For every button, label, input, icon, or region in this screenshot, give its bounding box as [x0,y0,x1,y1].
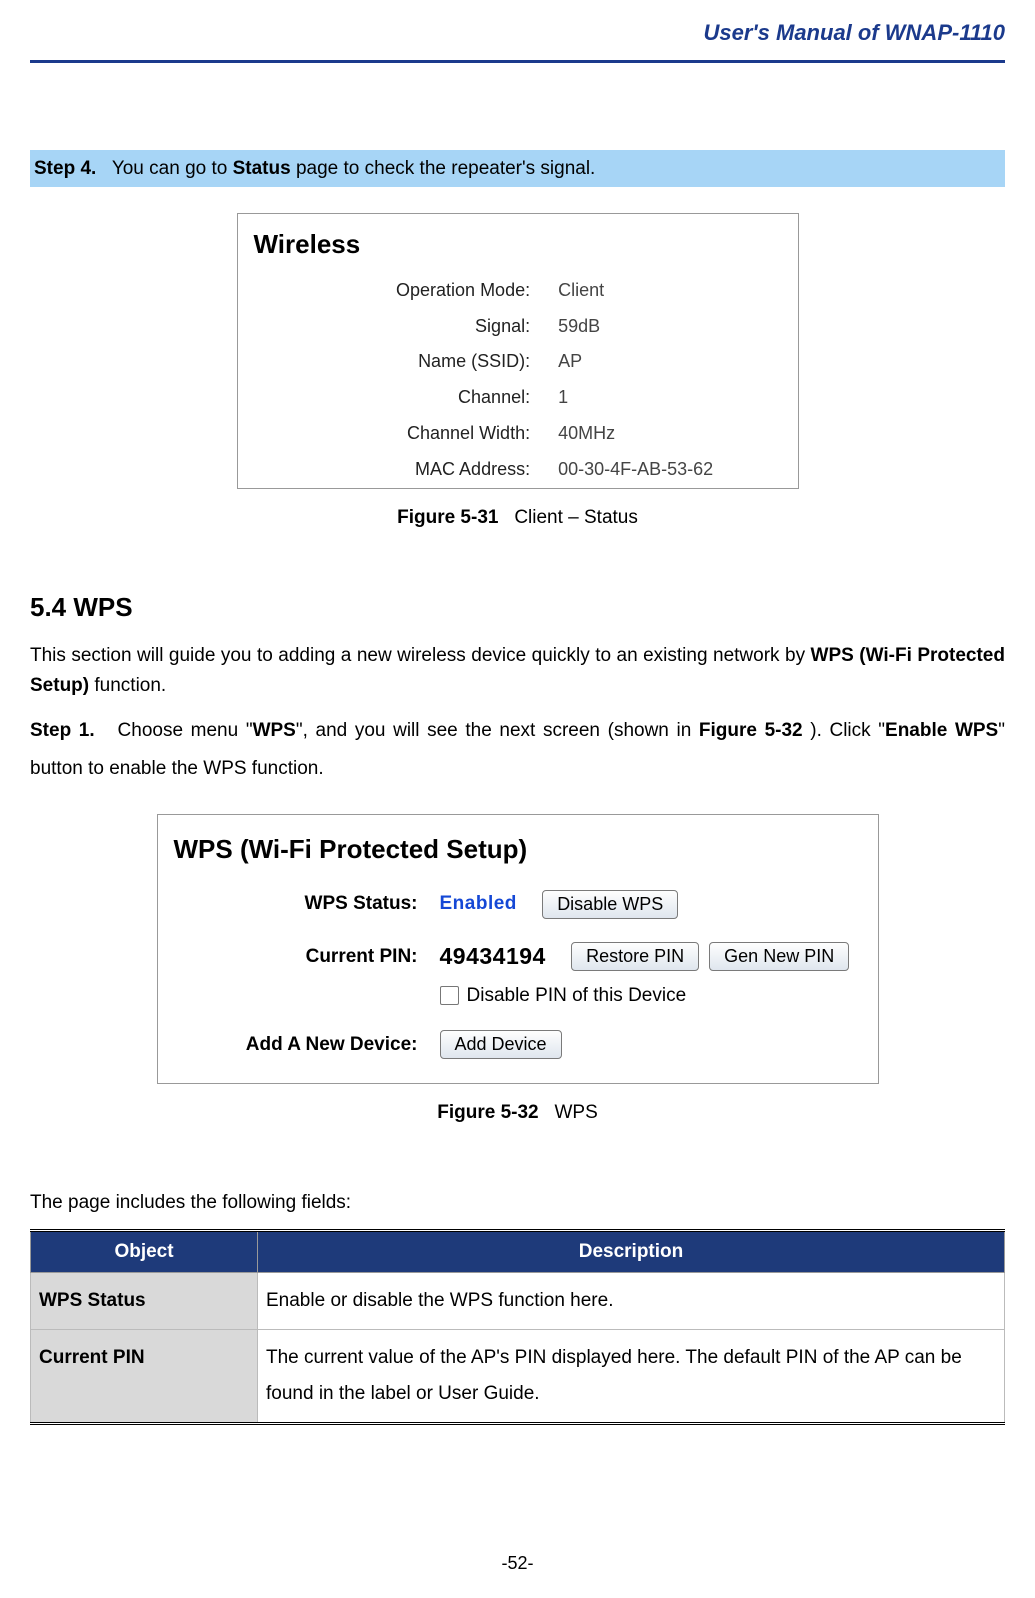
wireless-label: Operation Mode: [238,281,559,301]
wireless-label: Channel: [238,388,559,408]
step4-label: Step 4. [34,158,96,179]
wps-pin-value: 49434194 [440,939,546,975]
wireless-row: Channel: 1 [238,380,798,416]
wireless-label: Channel Width: [238,424,559,444]
wireless-value: 1 [558,388,797,408]
wireless-row: Operation Mode: Client [238,273,798,309]
th-object: Object [31,1231,258,1272]
fields-table: Object Description WPS Status Enable or … [30,1229,1005,1425]
wireless-row: Channel Width: 40MHz [238,416,798,452]
wps-pin-label: Current PIN: [158,942,440,971]
step1-t3: ). Click " [803,720,885,741]
fig32-text: WPS [554,1102,597,1123]
step1-b1: WPS [253,720,296,741]
intro-t2: function. [89,675,166,696]
wireless-label: Signal: [238,317,559,337]
step4-banner: Step 4. You can go to Status page to che… [30,150,1005,187]
step1-t1: Choose menu " [118,720,253,741]
wireless-label: MAC Address: [238,460,559,480]
wireless-value: 40MHz [558,424,797,444]
wps-status-row: WPS Status: Enabled Disable WPS [158,879,878,928]
page-number: -52- [501,1553,533,1573]
intro-t1: This section will guide you to adding a … [30,645,811,666]
step1-label: Step 1. [30,720,95,741]
add-device-label: Add A New Device: [158,1030,440,1059]
td-object: WPS Status [31,1272,258,1329]
th-description: Description [258,1231,1005,1272]
table-row: Current PIN The current value of the AP'… [31,1329,1005,1423]
page-header: User's Manual of WNAP-1110 [30,16,1005,63]
add-device-button[interactable]: Add Device [440,1030,562,1059]
fig31-label: Figure 5-31 [397,507,498,528]
table-row: WPS Status Enable or disable the WPS fun… [31,1272,1005,1329]
wireless-row: MAC Address: 00-30-4F-AB-53-62 [238,452,798,488]
step1-t2: ", and you will see the next screen (sho… [296,720,699,741]
fig32-label: Figure 5-32 [437,1102,538,1123]
step4-t1: You can go to [112,158,233,179]
td-object: Current PIN [31,1329,258,1423]
fig31-text: Client – Status [514,507,638,528]
wireless-value: AP [558,352,797,372]
wps-status-value: Enabled [440,889,517,918]
restore-pin-button[interactable]: Restore PIN [571,942,699,971]
wps-status-label: WPS Status: [158,889,440,918]
table-header-row: Object Description [31,1231,1005,1272]
wireless-title: Wireless [238,214,798,272]
section-5-4-heading: 5.4 WPS [30,587,1005,627]
wps-pin-row: Current PIN: 49434194 Restore PIN Gen Ne… [158,929,878,985]
td-description: Enable or disable the WPS function here. [258,1272,1005,1329]
wps-figure: WPS (Wi-Fi Protected Setup) WPS Status: … [157,814,879,1084]
figure-5-32-caption: Figure 5-32 WPS [30,1098,1005,1127]
wireless-value: 59dB [558,317,797,337]
td-description: The current value of the AP's PIN displa… [258,1329,1005,1423]
step1-b3: Enable WPS [885,720,998,741]
figure-5-31-caption: Figure 5-31 Client – Status [30,503,1005,532]
step1-para: Step 1. Choose menu "WPS", and you will … [30,712,1005,788]
disable-pin-label: Disable PIN of this Device [467,981,687,1010]
wireless-row: Name (SSID): AP [238,344,798,380]
add-device-row: Add A New Device: Add Device [158,1020,878,1069]
wps-intro: This section will guide you to adding a … [30,641,1005,700]
fields-intro: The page includes the following fields: [30,1188,1005,1217]
wireless-status-figure: Wireless Operation Mode: Client Signal: … [237,213,799,488]
wireless-value: 00-30-4F-AB-53-62 [558,460,797,480]
page-footer: -52- [0,1550,1035,1578]
wps-box-title: WPS (Wi-Fi Protected Setup) [158,823,878,879]
wireless-value: Client [558,281,797,301]
disable-pin-checkbox[interactable] [440,986,459,1005]
step4-t2: page to check the repeater's signal. [291,158,596,179]
step4-bold: Status [233,158,291,179]
wireless-label: Name (SSID): [238,352,559,372]
wireless-row: Signal: 59dB [238,309,798,345]
gen-new-pin-button[interactable]: Gen New PIN [709,942,849,971]
disable-pin-row: Disable PIN of this Device [158,981,878,1010]
step1-b2: Figure 5-32 [699,720,803,741]
disable-wps-button[interactable]: Disable WPS [542,890,678,919]
manual-title: User's Manual of WNAP-1110 [704,20,1006,45]
